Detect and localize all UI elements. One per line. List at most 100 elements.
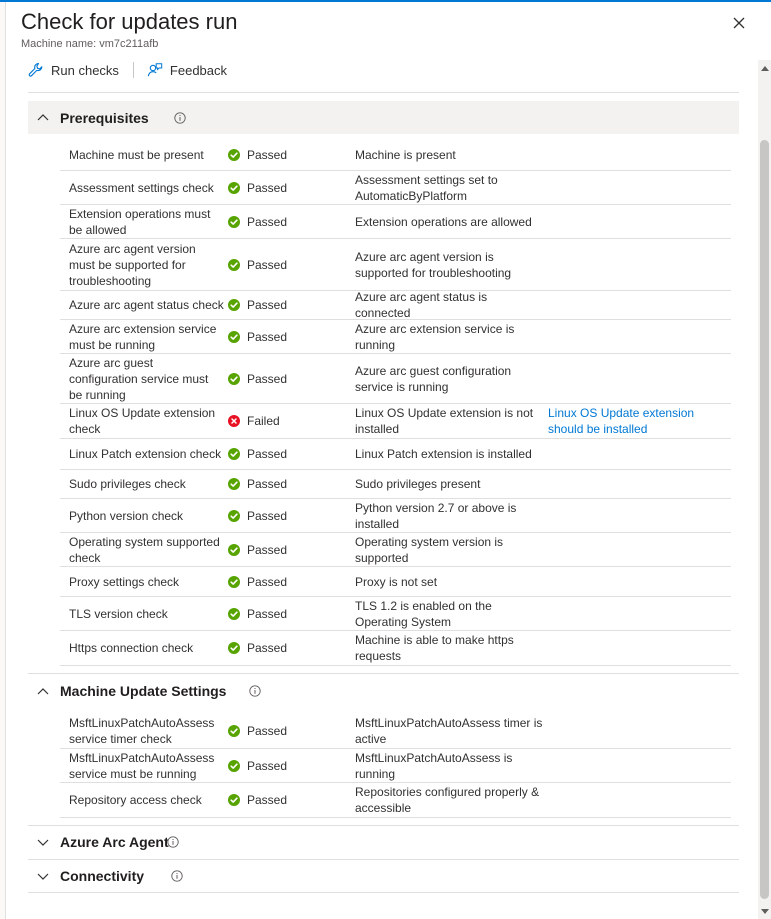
check-circle-icon (228, 149, 240, 161)
check-result: MsftLinuxPatchAutoAssess is running (355, 750, 513, 781)
section-header-connectivity[interactable]: Connectivity (28, 859, 739, 893)
check-status: Passed (228, 171, 348, 204)
check-status-label: Passed (247, 542, 288, 557)
check-row: Extension operations must be allowed Pass… (60, 205, 731, 239)
section-title: Prerequisites (60, 109, 149, 126)
check-name: Operating system supported check (69, 534, 220, 565)
check-status-label: Passed (247, 724, 288, 738)
check-name: Repository access check (69, 793, 202, 807)
check-status-label: Passed (247, 574, 288, 589)
check-row: Linux Patch extension check Passed Linux P… (60, 439, 731, 470)
check-row: Python version check Passed Python version… (60, 499, 731, 533)
check-row: MsftLinuxPatchAutoAssess service timer c… (60, 714, 731, 749)
check-result: Azure arc agent version is supported for… (355, 249, 512, 280)
section-header-azure-arc-agent[interactable]: Azure Arc Agent (28, 825, 739, 859)
close-button[interactable] (728, 12, 750, 34)
check-row: Azure arc agent status check Passed Azure … (60, 290, 731, 320)
machine-name: Machine name: vm7c211afb (21, 38, 159, 50)
check-result: Linux Patch extension is installed (355, 447, 532, 461)
check-status: Passed (228, 567, 348, 596)
check-status: Passed (228, 714, 348, 748)
check-status: Passed (228, 631, 348, 665)
check-circle-icon (228, 575, 240, 588)
check-status: Passed (228, 783, 348, 817)
check-result: Sudo privileges present (355, 477, 481, 491)
toolbar-divider-line (28, 92, 739, 93)
section-header-prerequisites[interactable]: Prerequisites (28, 101, 739, 134)
section-header-machine-update-settings[interactable]: Machine Update Settings (28, 673, 739, 709)
toolbar-divider (132, 62, 134, 78)
check-name: Azure arc extension service must be runn… (69, 321, 217, 352)
panel-title: Check for updates run (21, 9, 238, 34)
check-status-label: Passed (247, 180, 288, 195)
check-status-label: Passed (247, 477, 288, 491)
scroll-up-arrow[interactable] (761, 66, 769, 71)
check-name: Azure arc agent version must be supporte… (69, 241, 196, 288)
check-circle-icon (228, 607, 240, 620)
check-circle-icon (228, 181, 240, 194)
check-circle-icon (228, 299, 240, 311)
check-status-label: Passed (247, 606, 288, 621)
check-status: Passed (228, 291, 348, 319)
check-status-label: Passed (247, 214, 288, 229)
check-row: Linux OS Update extension check Failed Lin… (60, 404, 731, 439)
feedback-button[interactable]: Feedback (147, 62, 227, 78)
section-title: Connectivity (60, 868, 145, 884)
check-status: Passed (228, 499, 348, 532)
check-row: Azure arc agent version must be supporte… (60, 239, 731, 291)
check-status: Passed (228, 533, 348, 566)
info-icon[interactable] (249, 685, 261, 697)
check-status-label: Passed (247, 641, 288, 655)
chevron-down-icon (37, 839, 49, 846)
check-circle-icon (228, 509, 240, 522)
check-name: Linux Patch extension check (69, 447, 222, 461)
check-status: Passed (228, 749, 348, 782)
check-row: Assessment settings check Passed Assessmen… (60, 171, 731, 205)
section-title: Azure Arc Agent (60, 834, 169, 850)
check-status-label: Passed (247, 298, 288, 312)
chevron-up-icon (37, 687, 49, 694)
remediation-link[interactable]: Linux OS Update extension should be inst… (548, 405, 731, 437)
section-divider (28, 892, 739, 893)
check-name: Linux OS Update extension check (69, 406, 216, 436)
check-name: TLS version check (69, 606, 168, 621)
remediation-cell: Linux OS Update extension should be inst… (548, 404, 731, 438)
check-status: Passed (228, 597, 348, 630)
info-icon[interactable] (171, 870, 183, 882)
check-name: Machine must be present (69, 148, 204, 162)
check-name: Azure arc agent status check (69, 298, 224, 312)
check-status-label: Passed (247, 447, 288, 461)
chevron-down-icon (37, 873, 49, 880)
check-result: Repositories configured properly & acces… (355, 785, 540, 815)
toolbar: Run checks Feedback (28, 58, 227, 82)
info-icon[interactable] (167, 836, 179, 848)
feedback-icon (147, 63, 163, 77)
check-result: Linux OS Update extension is not install… (355, 406, 534, 436)
check-status-label: Passed (247, 371, 288, 386)
check-row: TLS version check Passed TLS 1.2 is enable… (60, 597, 731, 631)
check-result: Python version 2.7 or above is installed (355, 500, 517, 531)
check-circle-icon (228, 330, 240, 343)
run-checks-button[interactable]: Run checks (28, 62, 119, 78)
check-result: Operating system version is supported (355, 534, 504, 565)
check-name: Extension operations must be allowed (69, 206, 211, 237)
scrollbar-thumb[interactable] (760, 140, 769, 899)
check-result: Proxy is not set (355, 574, 438, 589)
scroll-down-arrow[interactable] (761, 909, 769, 914)
check-circle-icon (228, 794, 240, 806)
check-result: MsftLinuxPatchAutoAssess timer is active (355, 716, 543, 746)
check-row: Https connection check Passed Machine is a… (60, 631, 731, 666)
check-status-label: Passed (247, 257, 288, 272)
check-status: Passed (228, 205, 348, 238)
check-circle-icon (228, 448, 240, 460)
check-result: Extension operations are allowed (355, 214, 532, 229)
chevron-up-icon (37, 114, 49, 121)
info-icon[interactable] (174, 111, 186, 124)
check-status: Passed (228, 239, 348, 290)
check-row: MsftLinuxPatchAutoAssess service must be… (60, 749, 731, 783)
check-status-label: Passed (247, 148, 288, 162)
check-status: Passed (228, 140, 348, 170)
check-result: Machine is able to make https requests (355, 633, 514, 663)
check-status-label: Passed (247, 329, 288, 344)
check-name: Proxy settings check (69, 574, 180, 589)
